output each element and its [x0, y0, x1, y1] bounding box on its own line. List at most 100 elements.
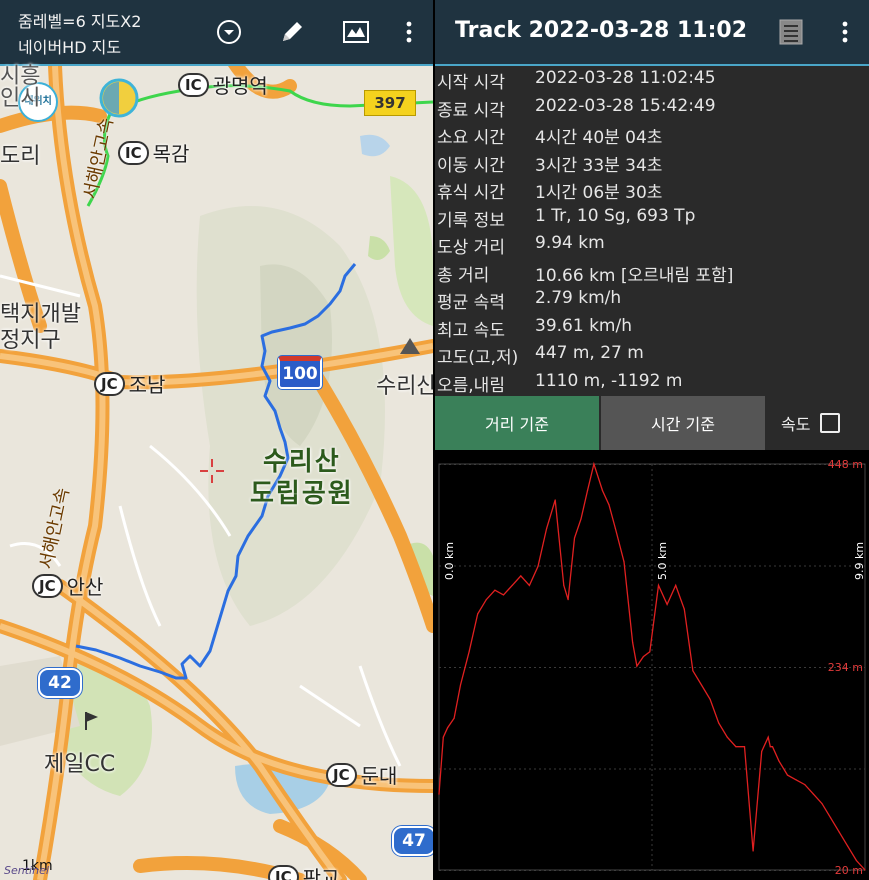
elevation-point — [675, 584, 677, 586]
map-canvas[interactable]: 내위치 IC 광명역 IC 목감 JC 조남 JC 안산 JC 둔대 JC 판교… — [0, 66, 433, 880]
more-vert-icon[interactable] — [393, 16, 425, 48]
mokgam-ic-label: IC 목감 — [118, 138, 189, 167]
list-document-icon[interactable] — [775, 16, 807, 48]
elevation-point — [601, 490, 604, 492]
stat-row: 평균 속력 2.79 km/h — [435, 286, 869, 313]
ansan-text: 안산 — [66, 575, 104, 599]
elevation-point — [608, 504, 610, 506]
dori-label: 도리 — [0, 144, 41, 169]
elevation-point — [528, 584, 530, 586]
x-tick-label: 9.9 km — [853, 542, 866, 580]
stat-value: 2022-03-28 15:42:49 — [535, 95, 716, 116]
elevation-point — [438, 793, 440, 795]
elevation-point — [442, 736, 444, 738]
y-tick-label: 20 m — [835, 864, 863, 877]
elevation-point — [761, 750, 763, 752]
elevation-point — [459, 684, 462, 686]
elevation-point — [642, 656, 644, 658]
tab-distance-basis[interactable]: 거리 기준 — [435, 396, 599, 450]
stat-row: 고도(고,저) 447 m, 27 m — [435, 341, 869, 368]
stat-row: 소요 시간 4시간 40분 04초 — [435, 121, 869, 148]
tab-time-basis[interactable]: 시간 기준 — [601, 396, 765, 450]
track-title: Track 2022-03-28 11:02 — [455, 18, 748, 43]
stat-value: 39.61 km/h — [535, 315, 632, 336]
stat-value: 9.94 km — [535, 233, 605, 253]
stat-row: 기록 정보 1 Tr, 10 Sg, 693 Tp — [435, 204, 869, 231]
elevation-point — [855, 859, 857, 862]
elevation-point — [593, 463, 595, 465]
stat-row: 오름,내림 1110 m, -1192 m — [435, 369, 869, 396]
zoom-level-text: 줌레벨=6 지도X2 — [18, 12, 142, 31]
map-name-text: 네이버HD 지도 — [18, 38, 122, 57]
ic-badge: IC — [118, 140, 149, 165]
watermark-text: Sentinel — [4, 864, 49, 877]
ansan-jc-label: JC 안산 — [32, 571, 103, 600]
elevation-point — [636, 665, 638, 667]
jc-badge: JC — [268, 864, 299, 880]
speed-toggle[interactable]: 속도 — [781, 396, 841, 450]
more-vert-icon[interactable] — [829, 16, 861, 48]
elevation-point — [520, 575, 522, 577]
elevation-point — [511, 584, 513, 586]
elevation-point — [847, 845, 849, 847]
elevation-point — [453, 717, 455, 719]
stat-row: 종료 시각 2022-03-28 15:42:49 — [435, 94, 869, 121]
elevation-point — [812, 793, 814, 795]
elevation-point — [567, 599, 569, 601]
pencil-icon[interactable] — [276, 16, 308, 48]
stat-row: 총 거리 10.66 km [오르내림 포함] — [435, 259, 869, 286]
track-pane: Track 2022-03-28 11:02 시작 시각 2022-03-28 1… — [435, 0, 869, 880]
stat-value: 10.66 km [오르내림 포함] — [535, 265, 734, 286]
dropdown-circle-icon[interactable] — [213, 16, 245, 48]
elevation-point — [657, 584, 660, 586]
elevation-point — [632, 641, 634, 643]
chart-tab-bar: 거리 기준 시간 기준 속도 — [435, 396, 869, 450]
elevation-point — [563, 584, 565, 586]
elevation-point — [718, 722, 720, 724]
stat-value: 447 m, 27 m — [535, 343, 644, 363]
elevation-point — [830, 817, 832, 819]
mokgam-text: 목감 — [152, 142, 190, 166]
elevation-point — [649, 651, 651, 653]
speed-checkbox[interactable] — [820, 413, 841, 433]
elevation-point — [786, 774, 789, 776]
elevation-point — [477, 613, 479, 615]
map-picture-icon[interactable] — [340, 16, 372, 48]
elevation-point — [769, 746, 771, 748]
stat-label: 이동 시간 — [437, 155, 505, 176]
jeil-cc-label: 제일CC — [44, 752, 116, 777]
elevation-point — [554, 499, 556, 501]
map-toolbar: 줌레벨=6 지도X2 네이버HD 지도 — [0, 0, 433, 66]
siheung-label: 시흥 인시 — [0, 64, 41, 111]
elevation-point — [502, 594, 505, 596]
elevation-point — [743, 746, 746, 748]
stat-label: 기록 정보 — [437, 210, 505, 231]
elevation-point — [778, 760, 780, 762]
gwangmyeong-text: 광명역 — [212, 74, 268, 98]
stat-value: 1 Tr, 10 Sg, 693 Tp — [535, 205, 696, 226]
jc-badge: JC — [326, 762, 357, 787]
elevation-point — [666, 603, 668, 605]
elevation-point — [692, 670, 694, 672]
elevation-point — [767, 736, 769, 738]
elevation-point — [485, 599, 487, 601]
elevation-point — [683, 608, 685, 610]
elevation-point — [546, 527, 548, 530]
pangyo-text: 판교 — [302, 866, 340, 880]
map-pane[interactable]: 줌레벨=6 지도X2 네이버HD 지도 내위치 IC 광명역 IC 목감 JC … — [0, 0, 433, 880]
stat-value: 2022-03-28 11:02:45 — [535, 68, 716, 88]
elevation-point — [494, 589, 496, 591]
stat-label: 총 거리 — [437, 265, 490, 286]
elevation-point — [795, 779, 797, 781]
elevation-point — [580, 518, 582, 520]
stat-value: 3시간 33분 34초 — [535, 155, 663, 176]
track-stats: 시작 시각 2022-03-28 11:02:45 종료 시각 2022-03-28 … — [435, 66, 869, 396]
elevation-point — [586, 490, 589, 492]
gwangmyeong-ic-label: IC 광명역 — [178, 70, 268, 99]
jc-badge: JC — [94, 371, 125, 396]
stat-label: 오름,내림 — [437, 375, 505, 396]
elevation-point — [447, 727, 449, 729]
jonam-jc-label: JC 조남 — [94, 369, 165, 398]
stat-row: 최고 속도 39.61 km/h — [435, 314, 869, 341]
ic-badge: IC — [178, 72, 209, 97]
